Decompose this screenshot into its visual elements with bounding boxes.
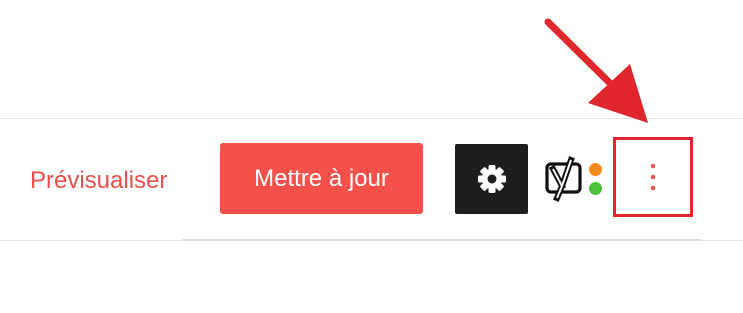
- preview-button[interactable]: Prévisualiser: [30, 166, 167, 196]
- yoast-seo-button[interactable]: [544, 152, 606, 204]
- yoast-seo-dot: [589, 182, 602, 195]
- yoast-logo-icon: [545, 156, 582, 202]
- yoast-readability-dot: [589, 163, 602, 176]
- more-options-button[interactable]: [613, 137, 693, 217]
- toolbar-divider: [182, 239, 701, 241]
- gear-icon: [477, 165, 506, 193]
- update-button[interactable]: Mettre à jour: [220, 143, 423, 214]
- vertical-ellipsis-icon: [650, 163, 656, 191]
- settings-button[interactable]: [455, 144, 528, 214]
